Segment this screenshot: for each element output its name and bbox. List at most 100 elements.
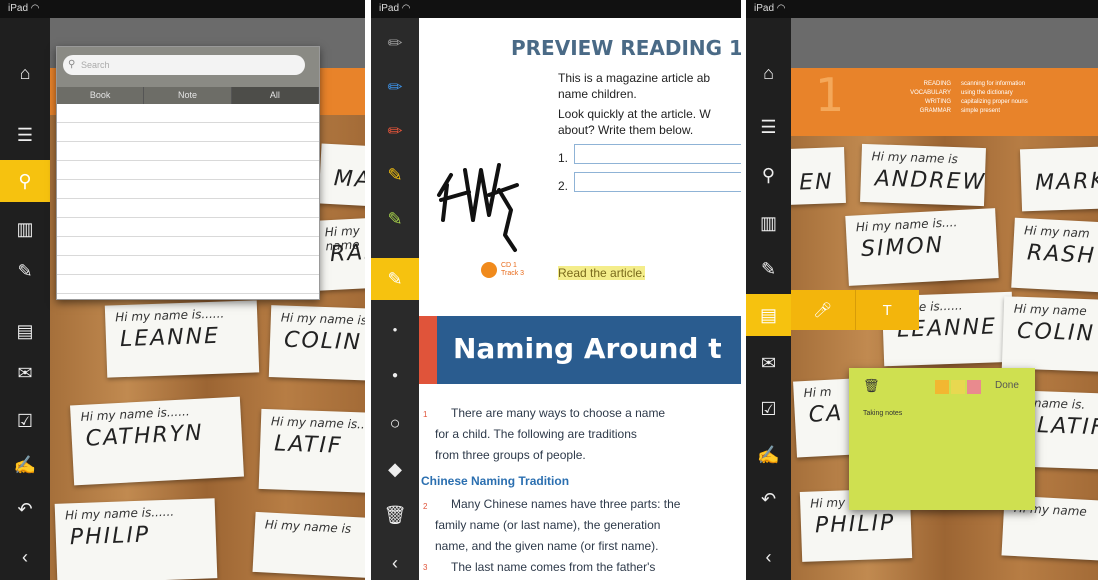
name-card: Hi my name is ANDREW: [860, 143, 987, 207]
pen-red-icon: ✏: [387, 120, 403, 141]
contents-button[interactable]: ☰: [746, 106, 791, 148]
status-bar: iPad ◠: [0, 0, 365, 18]
name-card: Hi my name is.. COLIN: [268, 305, 365, 381]
search-input[interactable]: ⚲ Search: [63, 55, 305, 75]
highlighter-green-icon: ✎: [387, 208, 403, 229]
edit-icon: ✍: [757, 444, 780, 465]
answer-field-2[interactable]: [574, 172, 741, 192]
text-icon: T: [882, 301, 892, 319]
highlighter-green-tool[interactable]: ✎: [371, 198, 419, 240]
banner-label: GRAMMAR: [919, 108, 951, 114]
search-icon: ⚲: [761, 164, 776, 185]
chevron-left-icon: ‹: [765, 546, 772, 567]
search-header: ⚲ Search: [57, 47, 319, 87]
eraser-button[interactable]: ◆: [371, 448, 419, 490]
handwriting-annotation: HW: [437, 163, 519, 252]
name-card: Hi my name is: [252, 511, 365, 579]
bookmarks-button[interactable]: ▥: [0, 208, 50, 250]
paragraph-2-line-4: The last name comes from the father's: [451, 560, 656, 574]
edit-button[interactable]: ✍: [746, 434, 791, 476]
collapse-button[interactable]: ‹: [0, 536, 50, 578]
trash-icon[interactable]: 🗑: [863, 378, 880, 394]
highlighter-yellow-tool[interactable]: ✎: [371, 154, 419, 196]
result-row: [57, 218, 319, 237]
pen-button[interactable]: ✎: [746, 248, 791, 290]
stroke-large-button[interactable]: ○: [371, 402, 419, 444]
pencil-grey-tool[interactable]: ✏: [371, 22, 419, 64]
name-card: Hi my nam RASH: [1011, 217, 1098, 293]
paragraph-2-line-3: name, and the given name (or first name)…: [435, 539, 659, 553]
note-text[interactable]: Taking notes: [863, 410, 902, 417]
note-icon: ▤: [16, 320, 34, 341]
pen-blue-icon: ✏: [387, 76, 403, 97]
done-button[interactable]: Done: [995, 380, 1019, 391]
bookmarks-button[interactable]: ▥: [746, 202, 791, 244]
name-card: Hi my name RASH: [314, 217, 365, 291]
trash-icon: 🗑: [383, 504, 407, 525]
pen-tool-active[interactable]: ✎: [371, 258, 419, 300]
question-line-2: about? Write them below.: [558, 123, 694, 137]
books-icon: ▥: [759, 212, 777, 233]
result-row: [57, 123, 319, 142]
pen-button[interactable]: ✎: [0, 250, 50, 292]
search-button[interactable]: ⚲: [746, 154, 791, 196]
collapse-button[interactable]: ‹: [746, 536, 791, 578]
tab-book[interactable]: Book: [57, 87, 145, 104]
home-button[interactable]: ⌂: [746, 52, 791, 94]
name-card: EN: [784, 146, 846, 206]
checklist-icon: ☑: [16, 410, 34, 431]
result-row: [57, 256, 319, 275]
delete-button[interactable]: 🗑: [371, 494, 419, 536]
collapse-button[interactable]: ‹: [371, 542, 419, 580]
checklist-button[interactable]: ☑: [0, 400, 50, 442]
note-icon: ▤: [759, 304, 777, 325]
mail-icon: ✉: [760, 352, 777, 373]
mail-button[interactable]: ✉: [746, 342, 791, 384]
wifi-icon: ◠: [776, 3, 786, 14]
color-swatch-2[interactable]: [951, 380, 965, 394]
dot-medium-icon: ●: [391, 369, 399, 381]
name-card: Hi my name is.. LATIF: [258, 408, 365, 494]
color-swatch-1[interactable]: [935, 380, 949, 394]
answer-field-1[interactable]: [574, 144, 741, 164]
search-button[interactable]: ⚲: [0, 160, 50, 202]
stroke-small-button[interactable]: ●: [371, 308, 419, 350]
highlighter-icon: ✎: [387, 164, 403, 185]
stroke-medium-button[interactable]: ●: [371, 354, 419, 396]
search-icon: ⚲: [18, 170, 32, 191]
undo-button[interactable]: ↶: [746, 478, 791, 520]
notes-button[interactable]: ▤: [0, 310, 50, 352]
undo-button[interactable]: ↶: [0, 488, 50, 530]
notes-button[interactable]: ▤: [746, 294, 791, 336]
title-band-accent: [419, 316, 437, 384]
status-bar: iPad ◠: [371, 0, 741, 18]
pencil-icon: ✏: [387, 32, 403, 53]
voice-note-button[interactable]: 🎤︎: [791, 290, 856, 330]
device-label: iPad: [379, 3, 400, 14]
panel-search: iPad ◠ Hi my name is...... LEANNE Hi my n…: [0, 0, 365, 580]
edit-button[interactable]: ✍: [0, 444, 50, 486]
mail-button[interactable]: ✉: [0, 352, 50, 394]
line-number: 1: [423, 410, 428, 419]
tab-all[interactable]: All: [231, 87, 319, 104]
color-swatch-3[interactable]: [967, 380, 981, 394]
device-label: iPad: [8, 3, 29, 14]
pen-red-tool[interactable]: ✏: [371, 110, 419, 152]
question-line-1: Look quickly at the article. W: [558, 107, 711, 121]
home-icon: ⌂: [763, 62, 774, 83]
name-card: Hi my name COLIN: [1001, 296, 1098, 372]
tab-note[interactable]: Note: [144, 87, 232, 104]
banner-value: scanning for information: [961, 81, 1026, 87]
panel-annotate: iPad ◠ ✏ ✏ ✏ ✎ ✎ ✎ ● ● ○ ◆ 🗑 ‹ PREVIEW R…: [371, 0, 741, 580]
audio-icon[interactable]: [481, 262, 497, 278]
unit-number: 1: [815, 68, 845, 122]
result-row: [57, 142, 319, 161]
pen-blue-tool[interactable]: ✏: [371, 66, 419, 108]
contents-button[interactable]: ☰: [0, 114, 50, 156]
text-note-button[interactable]: T: [856, 290, 920, 330]
search-popover: ⚲ Search Book Note All: [56, 46, 320, 300]
sticky-note[interactable]: 🗑 Done Taking notes: [849, 368, 1035, 510]
checklist-button[interactable]: ☑: [746, 388, 791, 430]
home-button[interactable]: ⌂: [0, 52, 50, 94]
answer-number-1: 1.: [558, 151, 569, 165]
